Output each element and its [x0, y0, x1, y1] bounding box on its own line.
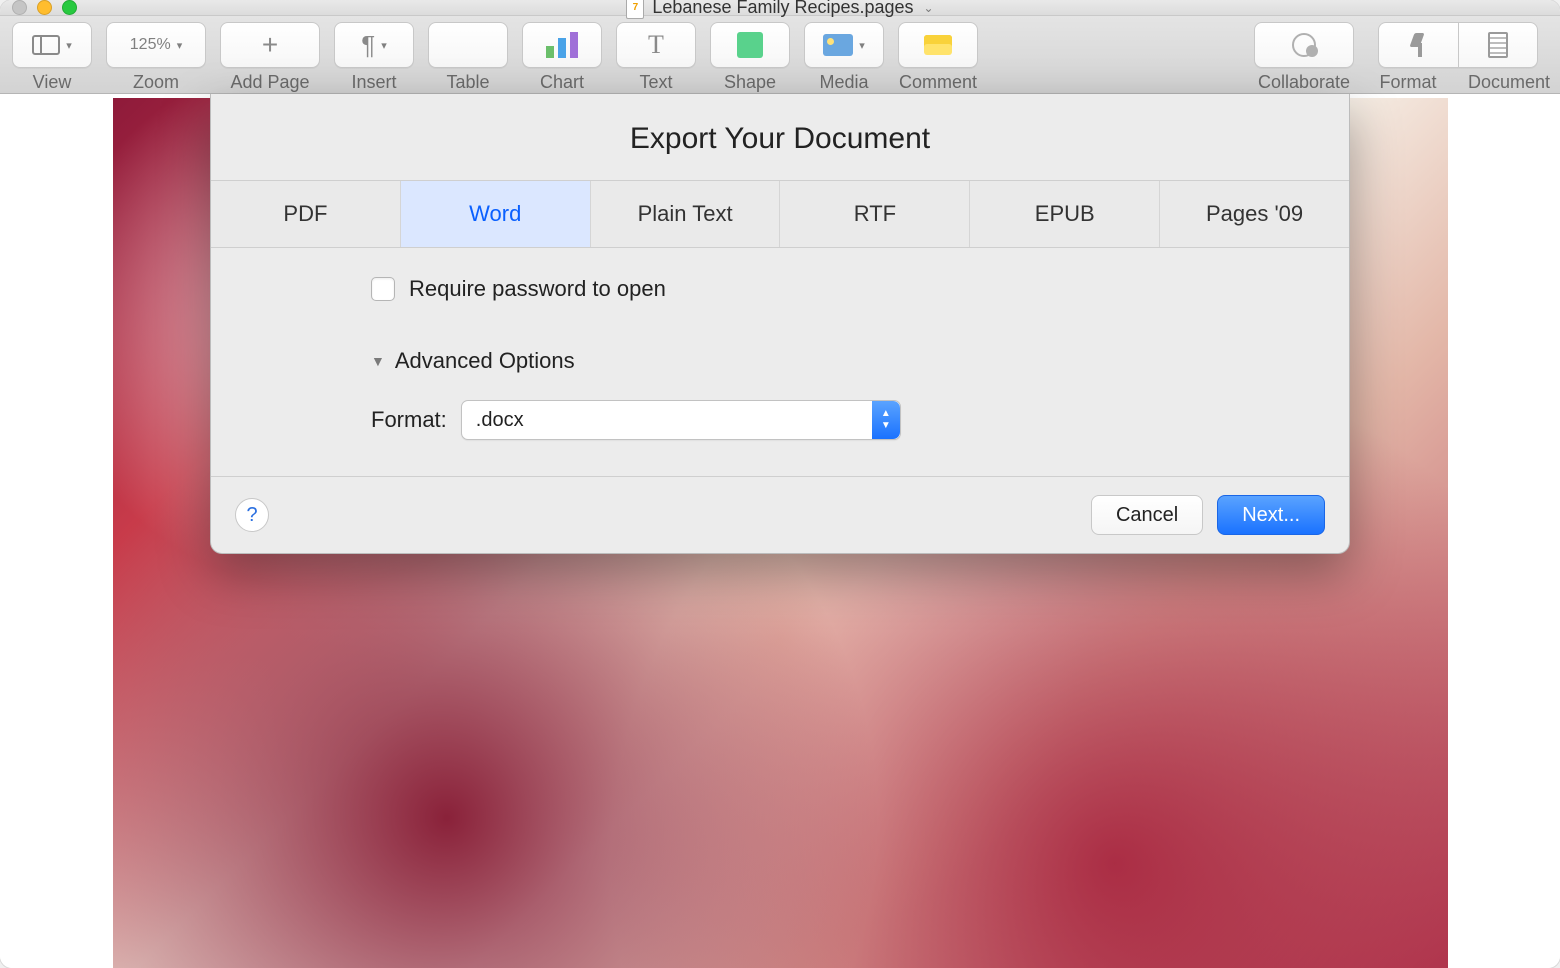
comment-tool: Comment [898, 22, 978, 93]
view-tool: ▾ View [12, 22, 92, 93]
help-button[interactable]: ? [235, 498, 269, 532]
shape-tool: Shape [710, 22, 790, 93]
table-tool: Table [428, 22, 508, 93]
collaborate-button[interactable] [1254, 22, 1354, 68]
table-button[interactable] [428, 22, 508, 68]
chevron-down-icon: ▾ [66, 39, 72, 52]
format-row: Format: .docx ▲▼ [371, 400, 1279, 440]
tab-epub[interactable]: EPUB [970, 181, 1160, 247]
disclosure-triangle-icon: ▼ [371, 353, 385, 369]
tab-word[interactable]: Word [401, 181, 591, 247]
text-icon: T [648, 30, 664, 60]
require-password-checkbox[interactable] [371, 277, 395, 301]
zoom-label: Zoom [133, 72, 179, 93]
document-canvas: Export Your Document PDF Word Plain Text… [0, 94, 1560, 968]
inspector-tools: Format Document [1368, 22, 1548, 93]
document-label: Document [1468, 72, 1548, 93]
text-tool: T Text [616, 22, 696, 93]
comment-label: Comment [899, 72, 977, 93]
text-button[interactable]: T [616, 22, 696, 68]
view-button[interactable]: ▾ [12, 22, 92, 68]
advanced-options-toggle[interactable]: ▼ Advanced Options [371, 348, 1279, 374]
tab-plain-text[interactable]: Plain Text [591, 181, 781, 247]
collaborate-icon [1292, 33, 1316, 57]
shape-button[interactable] [710, 22, 790, 68]
document-button[interactable] [1458, 22, 1538, 68]
zoom-button[interactable]: 125% ▾ [106, 22, 206, 68]
media-label: Media [819, 72, 868, 93]
collaborate-label: Collaborate [1258, 72, 1350, 93]
add-page-label: Add Page [230, 72, 309, 93]
media-button[interactable]: ▾ [804, 22, 884, 68]
plus-icon: + [262, 31, 278, 59]
app-window: Lebanese Family Recipes.pages ⌄ ▾ View 1… [0, 0, 1560, 968]
add-page-tool: + Add Page [220, 22, 320, 93]
format-select[interactable]: .docx ▲▼ [461, 400, 901, 440]
shape-label: Shape [724, 72, 776, 93]
table-label: Table [446, 72, 489, 93]
shape-icon [737, 32, 763, 58]
view-label: View [33, 72, 72, 93]
select-stepper-icon: ▲▼ [872, 401, 900, 439]
format-label: Format [1368, 72, 1448, 93]
insert-button[interactable]: ¶ ▾ [334, 22, 414, 68]
comment-icon [924, 35, 952, 55]
help-icon: ? [246, 504, 257, 527]
chevron-down-icon: ▾ [859, 39, 865, 52]
export-footer: ? Cancel Next... [211, 477, 1349, 553]
window-controls [12, 0, 77, 15]
text-label: Text [639, 72, 672, 93]
advanced-options-label: Advanced Options [395, 348, 575, 374]
format-select-value: .docx [476, 409, 524, 432]
require-password-row: Require password to open [371, 276, 1279, 302]
zoom-tool: 125% ▾ Zoom [106, 22, 206, 93]
zoom-value: 125% [130, 36, 171, 54]
table-icon [451, 28, 485, 62]
chevron-down-icon: ▾ [177, 39, 183, 52]
document-icon [626, 0, 644, 19]
insert-tool: ¶ ▾ Insert [334, 22, 414, 93]
format-label: Format: [371, 407, 447, 433]
window-title-area: Lebanese Family Recipes.pages ⌄ [0, 0, 1560, 19]
format-button[interactable] [1378, 22, 1458, 68]
toolbar: ▾ View 125% ▾ Zoom + Add Page ¶ ▾ Insert [0, 16, 1560, 94]
window-title: Lebanese Family Recipes.pages [652, 0, 913, 18]
comment-button[interactable] [898, 22, 978, 68]
chart-button[interactable] [522, 22, 602, 68]
cancel-label: Cancel [1116, 504, 1178, 527]
minimize-window-button[interactable] [37, 0, 52, 15]
chevron-down-icon: ▾ [381, 39, 387, 52]
document-settings-icon [1488, 32, 1508, 58]
title-dropdown-icon[interactable]: ⌄ [924, 1, 934, 15]
require-password-label: Require password to open [409, 276, 666, 302]
tab-pdf[interactable]: PDF [211, 181, 401, 247]
close-window-button[interactable] [12, 0, 27, 15]
titlebar: Lebanese Family Recipes.pages ⌄ [0, 0, 1560, 16]
cancel-button[interactable]: Cancel [1091, 495, 1203, 535]
tab-rtf[interactable]: RTF [780, 181, 970, 247]
next-label: Next... [1242, 504, 1300, 527]
chart-label: Chart [540, 72, 584, 93]
chart-icon [546, 32, 578, 58]
media-tool: ▾ Media [804, 22, 884, 93]
export-title: Export Your Document [211, 94, 1349, 180]
export-sheet: Export Your Document PDF Word Plain Text… [210, 94, 1350, 554]
view-icon [32, 35, 60, 55]
maximize-window-button[interactable] [62, 0, 77, 15]
chart-tool: Chart [522, 22, 602, 93]
collaborate-tool: Collaborate [1254, 22, 1354, 93]
add-page-button[interactable]: + [220, 22, 320, 68]
next-button[interactable]: Next... [1217, 495, 1325, 535]
media-icon [823, 34, 853, 56]
export-body: Require password to open ▼ Advanced Opti… [211, 248, 1349, 477]
paragraph-icon: ¶ [361, 30, 375, 61]
export-format-tabs: PDF Word Plain Text RTF EPUB Pages '09 [211, 180, 1349, 248]
tab-pages-09[interactable]: Pages '09 [1160, 181, 1349, 247]
insert-label: Insert [351, 72, 396, 93]
paintbrush-icon [1408, 33, 1430, 57]
